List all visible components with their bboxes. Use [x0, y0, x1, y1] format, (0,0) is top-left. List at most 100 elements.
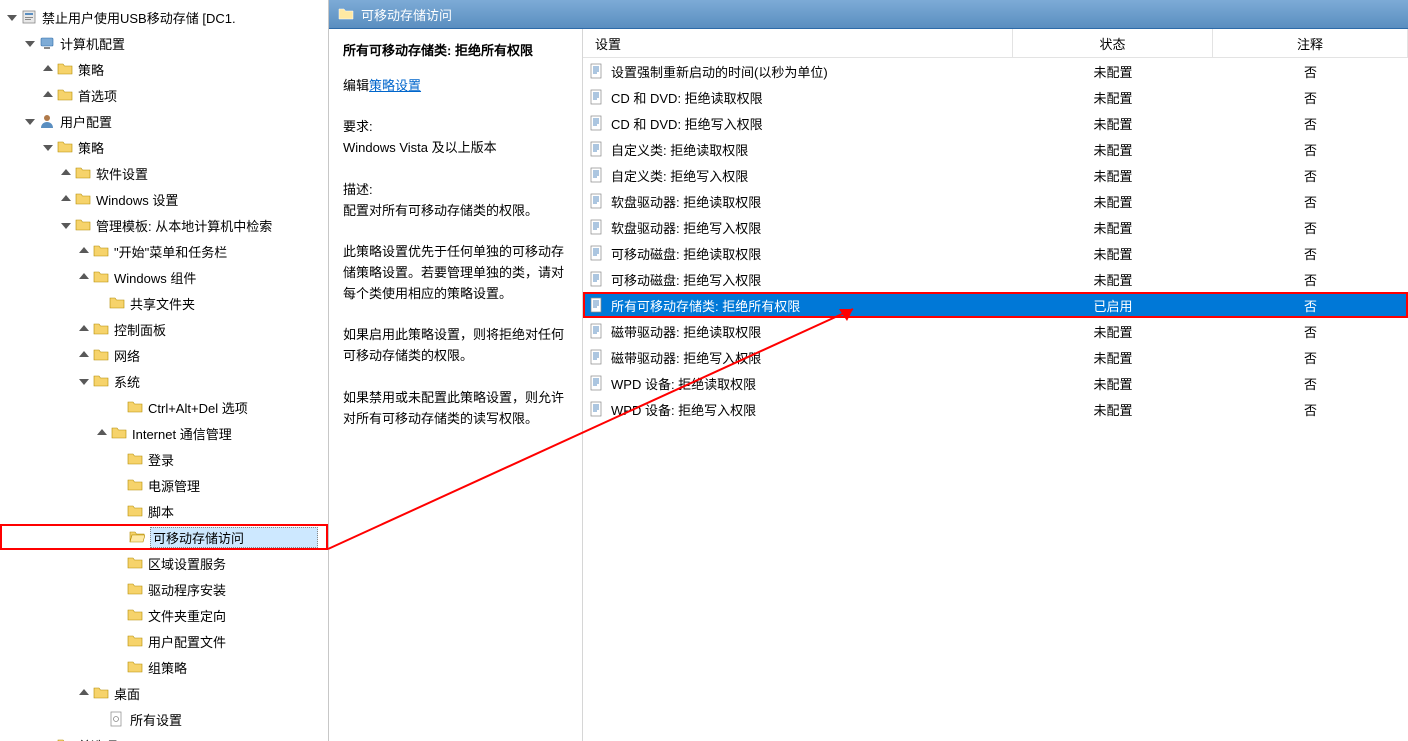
chevron-down-icon[interactable]: [58, 218, 72, 232]
cell-state: 未配置: [1013, 88, 1213, 107]
tree-removable-storage[interactable]: 可移动存储访问: [0, 524, 328, 550]
cell-setting: CD 和 DVD: 拒绝读取权限: [611, 88, 763, 107]
chevron-down-icon[interactable]: [40, 140, 54, 154]
chevron-right-icon[interactable]: [40, 62, 54, 76]
tree-label: 区域设置服务: [148, 554, 320, 573]
tree-group-policy[interactable]: 组策略: [0, 654, 328, 680]
folder-icon: [126, 607, 144, 623]
cell-comment: 否: [1213, 322, 1408, 341]
list-item[interactable]: 自定义类: 拒绝读取权限未配置否: [583, 136, 1408, 162]
tree-ctrl-alt-del[interactable]: Ctrl+Alt+Del 选项: [0, 394, 328, 420]
list-item[interactable]: CD 和 DVD: 拒绝读取权限未配置否: [583, 84, 1408, 110]
chevron-down-icon[interactable]: [4, 10, 18, 24]
cell-setting: 所有可移动存储类: 拒绝所有权限: [611, 296, 800, 315]
cell-setting: 设置强制重新启动的时间(以秒为单位): [611, 62, 828, 81]
folder-icon: [126, 633, 144, 649]
list-rows: 设置强制重新启动的时间(以秒为单位)未配置否CD 和 DVD: 拒绝读取权限未配…: [583, 58, 1408, 422]
chevron-right-icon[interactable]: [76, 270, 90, 284]
folder-icon: [92, 321, 110, 337]
policy-icon: [589, 245, 605, 261]
user-icon: [38, 113, 56, 129]
folder-icon: [74, 191, 92, 207]
chevron-down-icon[interactable]: [22, 114, 36, 128]
tree-scripts[interactable]: 脚本: [0, 498, 328, 524]
tree-label: "开始"菜单和任务栏: [114, 242, 320, 261]
tree-label: 用户配置: [60, 112, 320, 131]
tree-win-components[interactable]: Windows 组件: [0, 264, 328, 290]
tree-control-panel[interactable]: 控制面板: [0, 316, 328, 342]
folder-icon: [126, 477, 144, 493]
tree-user-profile[interactable]: 用户配置文件: [0, 628, 328, 654]
tree-root[interactable]: 禁止用户使用USB移动存储 [DC1.: [0, 4, 328, 30]
tree-internet-comm[interactable]: Internet 通信管理: [0, 420, 328, 446]
list-item[interactable]: 可移动磁盘: 拒绝读取权限未配置否: [583, 240, 1408, 266]
cell-state: 未配置: [1013, 114, 1213, 133]
tree-label: 电源管理: [148, 476, 320, 495]
list-item[interactable]: 软盘驱动器: 拒绝写入权限未配置否: [583, 214, 1408, 240]
list-item[interactable]: 自定义类: 拒绝写入权限 未配置否: [583, 162, 1408, 188]
cell-comment: 否: [1213, 192, 1408, 211]
chevron-right-icon[interactable]: [94, 426, 108, 440]
chevron-right-icon[interactable]: [40, 88, 54, 102]
policy-tree[interactable]: 禁止用户使用USB移动存储 [DC1. 计算机配置 策略 首选项 用户配置 策略…: [0, 0, 329, 741]
cell-setting: 自定义类: 拒绝写入权限: [611, 166, 748, 185]
tree-label: 驱动程序安装: [148, 580, 320, 599]
chevron-right-icon[interactable]: [76, 322, 90, 336]
chevron-down-icon[interactable]: [22, 36, 36, 50]
tree-folder-redirect[interactable]: 文件夹重定向: [0, 602, 328, 628]
chevron-right-icon[interactable]: [58, 166, 72, 180]
tree-soft-settings[interactable]: 软件设置: [0, 160, 328, 186]
list-item[interactable]: WPD 设备: 拒绝读取权限未配置否: [583, 370, 1408, 396]
tree-win-settings[interactable]: Windows 设置: [0, 186, 328, 212]
edit-policy-link[interactable]: 策略设置: [369, 78, 421, 93]
cell-state: 未配置: [1013, 166, 1213, 185]
tree-label: 管理模板: 从本地计算机中检索: [96, 216, 320, 235]
tree-start-taskbar[interactable]: "开始"菜单和任务栏: [0, 238, 328, 264]
tree-shared-folders[interactable]: 共享文件夹: [0, 290, 328, 316]
col-comment[interactable]: 注释: [1213, 29, 1408, 57]
list-item[interactable]: 所有可移动存储类: 拒绝所有权限已启用否: [583, 292, 1408, 318]
list-item[interactable]: 设置强制重新启动的时间(以秒为单位)未配置否: [583, 58, 1408, 84]
tree-driver-install[interactable]: 驱动程序安装: [0, 576, 328, 602]
tree-label: 策略: [78, 60, 320, 79]
tree-system[interactable]: 系统: [0, 368, 328, 394]
chevron-down-icon[interactable]: [76, 374, 90, 388]
cell-comment: 否: [1213, 166, 1408, 185]
list-item[interactable]: CD 和 DVD: 拒绝写入权限未配置否: [583, 110, 1408, 136]
list-item[interactable]: 磁带驱动器: 拒绝写入权限未配置否: [583, 344, 1408, 370]
list-item[interactable]: 可移动磁盘: 拒绝写入权限未配置否: [583, 266, 1408, 292]
cell-setting: 软盘驱动器: 拒绝写入权限: [611, 218, 761, 237]
policy-icon: [589, 401, 605, 417]
tree-admin-tpl[interactable]: 管理模板: 从本地计算机中检索: [0, 212, 328, 238]
chevron-right-icon[interactable]: [58, 192, 72, 206]
list-item[interactable]: 软盘驱动器: 拒绝读取权限未配置否: [583, 188, 1408, 214]
tree-u-policies[interactable]: 策略: [0, 134, 328, 160]
tree-c-policies[interactable]: 策略: [0, 56, 328, 82]
cell-state: 未配置: [1013, 140, 1213, 159]
col-state[interactable]: 状态: [1013, 29, 1213, 57]
chevron-right-icon[interactable]: [76, 244, 90, 258]
list-item[interactable]: WPD 设备: 拒绝写入权限未配置否: [583, 396, 1408, 422]
folder-icon: [56, 61, 74, 77]
chevron-right-icon[interactable]: [76, 348, 90, 362]
tree-login[interactable]: 登录: [0, 446, 328, 472]
tree-label: 首选项: [78, 736, 320, 741]
cell-state: 未配置: [1013, 348, 1213, 367]
tree-all-settings[interactable]: 所有设置: [0, 706, 328, 732]
col-setting[interactable]: 设置: [583, 29, 1013, 57]
tree-user-config[interactable]: 用户配置: [0, 108, 328, 134]
tree-desktop[interactable]: 桌面: [0, 680, 328, 706]
tree-label: 计算机配置: [60, 34, 320, 53]
list-item[interactable]: 磁带驱动器: 拒绝读取权限未配置否: [583, 318, 1408, 344]
info-desc: 此策略设置优先于任何单独的可移动存储策略设置。若要管理单独的类，请对每个类使用相…: [343, 242, 568, 304]
gpo-icon: [20, 9, 38, 25]
tree-computer-config[interactable]: 计算机配置: [0, 30, 328, 56]
info-req-text: Windows Vista 及以上版本: [343, 138, 568, 159]
tree-power-mgmt[interactable]: 电源管理: [0, 472, 328, 498]
tree-u-preferences[interactable]: 首选项: [0, 732, 328, 741]
tree-network[interactable]: 网络: [0, 342, 328, 368]
folder-icon: [108, 295, 126, 311]
tree-locale-services[interactable]: 区域设置服务: [0, 550, 328, 576]
chevron-right-icon[interactable]: [76, 686, 90, 700]
tree-c-preferences[interactable]: 首选项: [0, 82, 328, 108]
